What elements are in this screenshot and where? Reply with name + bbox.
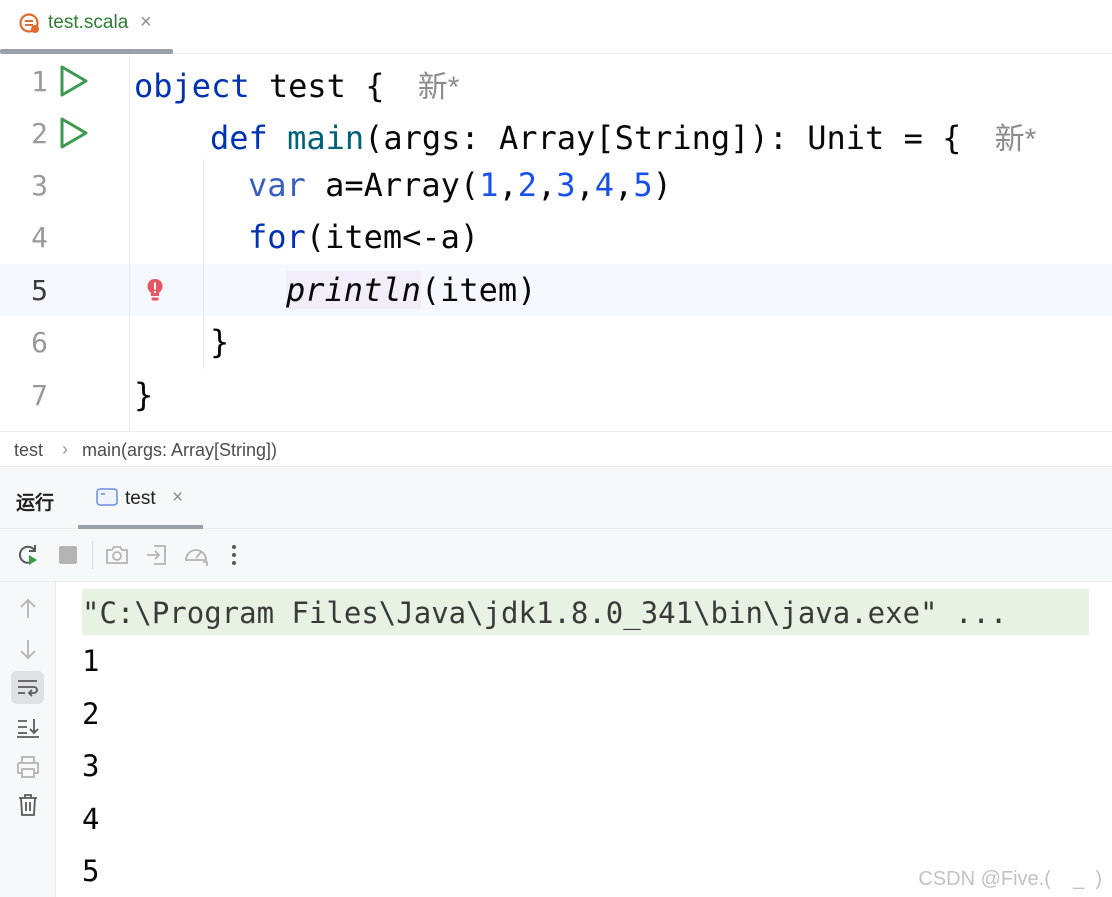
console-icon xyxy=(96,488,118,506)
profiler-gauge-icon[interactable] xyxy=(183,542,209,568)
console-output[interactable]: "C:\Program Files\Java\jdk1.8.0_341\bin\… xyxy=(57,582,1112,897)
command-line-row[interactable]: "C:\Program Files\Java\jdk1.8.0_341\bin\… xyxy=(82,589,1089,635)
trash-icon[interactable] xyxy=(13,790,43,820)
code-text: var a=Array(1,2,3,4,5) xyxy=(248,166,672,204)
code-text: println(item) xyxy=(286,271,537,309)
line-number: 1 xyxy=(31,65,48,98)
line-number: 6 xyxy=(31,326,48,359)
run-gutter-icon[interactable] xyxy=(58,64,90,98)
breadcrumb-separator: › xyxy=(62,439,68,459)
run-toolbar xyxy=(0,529,1112,582)
error-bulb-icon[interactable] xyxy=(145,277,165,303)
output-line: 4 xyxy=(82,802,100,836)
camera-icon[interactable] xyxy=(104,542,130,568)
line-number: 7 xyxy=(31,379,48,412)
output-line: 1 xyxy=(82,644,100,678)
print-icon[interactable] xyxy=(13,752,43,782)
code-line-6[interactable]: 6 } xyxy=(0,316,1112,368)
output-line: 5 xyxy=(82,854,100,888)
arrow-up-icon[interactable] xyxy=(13,594,43,624)
code-text: for(item<-a) xyxy=(248,218,480,256)
output-line: 2 xyxy=(82,697,100,731)
console-side-toolbar xyxy=(0,582,56,897)
run-tab-test[interactable]: test × xyxy=(78,468,203,529)
code-line-5[interactable]: 5 println(item) xyxy=(0,264,1112,316)
line-number: 2 xyxy=(31,117,48,150)
run-tab-label: test xyxy=(125,488,156,509)
author-hint: 新* xyxy=(417,71,460,104)
run-panel-header: 运行 test × xyxy=(0,468,1112,529)
code-line-1[interactable]: 1 object test { 新* xyxy=(0,55,1112,107)
author-hint: 新* xyxy=(994,123,1037,156)
import-icon[interactable] xyxy=(144,542,170,568)
watermark: CSDN @Five.( _ ) xyxy=(918,868,1102,890)
code-line-7[interactable]: 7 } xyxy=(0,369,1112,421)
run-panel-title: 运行 xyxy=(16,493,55,514)
output-line: 3 xyxy=(82,749,100,783)
scala-file-icon xyxy=(19,13,39,33)
breadcrumb-item-test[interactable]: test xyxy=(14,440,43,461)
code-editor[interactable]: 1 object test { 新* 2 def main(args: Arra… xyxy=(0,55,1112,431)
scroll-to-end-icon[interactable] xyxy=(13,712,43,742)
toolbar-separator xyxy=(92,541,93,569)
arrow-down-icon[interactable] xyxy=(13,634,43,664)
stop-icon[interactable] xyxy=(55,542,81,568)
editor-tab-bar: test.scala × xyxy=(0,0,1112,54)
code-text: object test { 新* xyxy=(134,67,460,105)
soft-wrap-icon xyxy=(18,680,38,697)
code-line-3[interactable]: 3 var a=Array(1,2,3,4,5) xyxy=(0,159,1112,211)
line-number: 4 xyxy=(31,221,48,254)
rerun-icon[interactable] xyxy=(15,542,41,568)
run-gutter-icon[interactable] xyxy=(58,116,90,150)
code-text: def main(args: Array[String]): Unit = { … xyxy=(210,119,1037,157)
close-icon[interactable]: × xyxy=(172,487,183,509)
breadcrumb-item-main[interactable]: main(args: Array[String]) xyxy=(82,440,277,461)
code-line-4[interactable]: 4 for(item<-a) xyxy=(0,211,1112,263)
active-tab-indicator xyxy=(0,49,173,54)
code-text: } xyxy=(134,376,154,414)
editor-tab-label: test.scala xyxy=(48,12,129,33)
command-line-text: "C:\Program Files\Java\jdk1.8.0_341\bin\… xyxy=(82,596,1008,630)
soft-wrap-button[interactable] xyxy=(11,671,44,704)
close-icon[interactable]: × xyxy=(140,11,152,34)
code-line-2[interactable]: 2 def main(args: Array[String]): Unit = … xyxy=(0,107,1112,159)
editor-tab-test-scala[interactable]: test.scala × xyxy=(0,0,173,54)
line-number: 5 xyxy=(31,274,48,307)
code-text: } xyxy=(210,323,230,361)
line-number: 3 xyxy=(31,169,48,202)
breadcrumb: test › main(args: Array[String]) xyxy=(0,431,1112,467)
more-options-icon[interactable] xyxy=(221,542,247,568)
